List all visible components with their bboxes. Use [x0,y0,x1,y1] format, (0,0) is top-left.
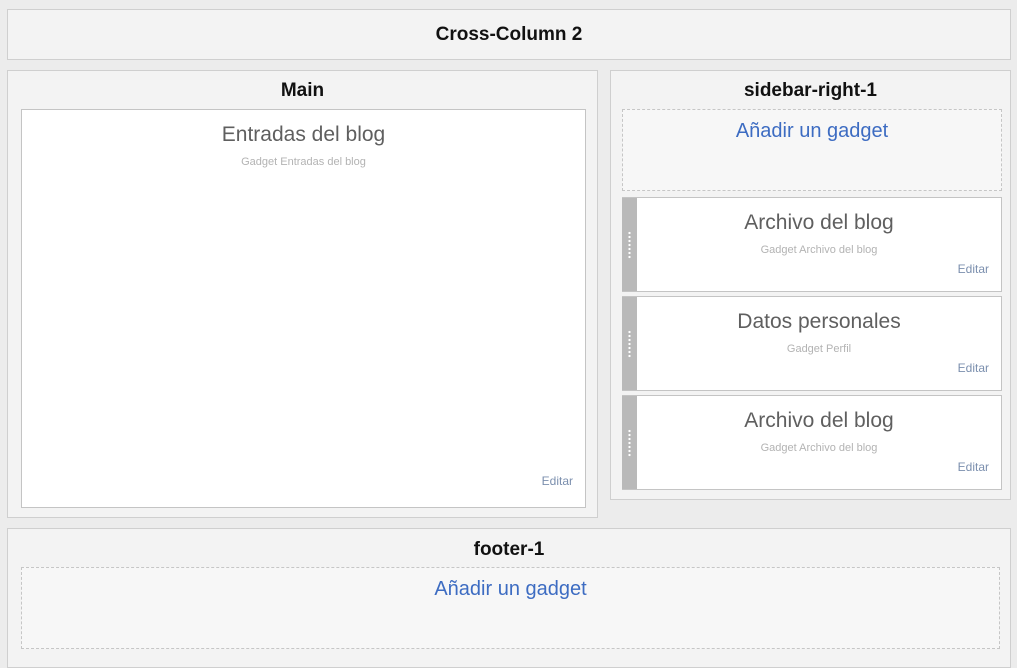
blog-archive-gadget[interactable]: Archivo del blog Gadget Archivo del blog… [622,197,1002,292]
blog-posts-gadget[interactable]: Entradas del blog Gadget Entradas del bl… [21,109,586,508]
gadget-subtitle: Gadget Archivo del blog [760,244,878,256]
main-title: Main [280,80,325,101]
gadget-title: Entradas del blog [221,123,386,146]
sidebar-title: sidebar-right-1 [743,80,878,101]
main-section: Main Entradas del blog Gadget Entradas d… [7,70,598,518]
gadget-title: Archivo del blog [744,409,894,432]
add-gadget-link[interactable]: Añadir un gadget [623,120,1001,143]
gadget-title: Archivo del blog [744,211,894,234]
gadget-title: Datos personales [737,310,901,333]
profile-gadget[interactable]: Datos personales Gadget Perfil Editar [622,296,1002,391]
edit-link[interactable]: Editar [958,262,989,276]
sidebar-right-1-section: sidebar-right-1 Añadir un gadget Archivo… [610,70,1011,500]
footer-title: footer-1 [473,539,545,560]
add-gadget-area: Añadir un gadget [21,567,1000,649]
cross-column-2-section: Cross-Column 2 [7,9,1011,60]
add-gadget-area: Añadir un gadget [622,109,1002,191]
edit-link[interactable]: Editar [958,361,989,375]
gadget-subtitle: Gadget Archivo del blog [760,442,878,454]
gadget-subtitle: Gadget Entradas del blog [241,156,366,168]
footer-1-section: footer-1 Añadir un gadget [7,528,1011,668]
blog-archive-gadget[interactable]: Archivo del blog Gadget Archivo del blog… [622,395,1002,490]
add-gadget-link[interactable]: Añadir un gadget [22,578,999,601]
cross-column-2-title: Cross-Column 2 [435,24,583,45]
gadget-subtitle: Gadget Perfil [786,343,852,355]
edit-link[interactable]: Editar [542,474,573,488]
edit-link[interactable]: Editar [958,460,989,474]
